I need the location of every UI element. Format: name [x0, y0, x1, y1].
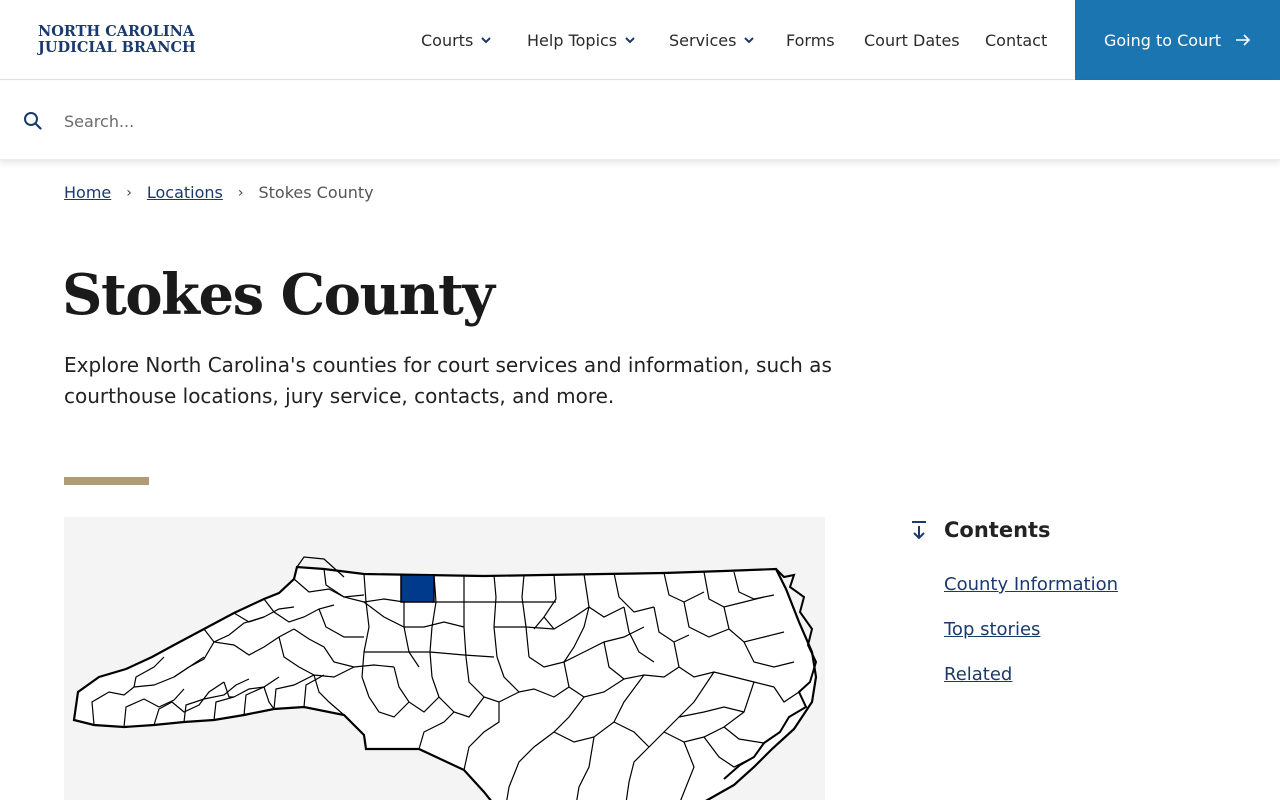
page-intro: Explore North Carolina's counties for co… [64, 353, 832, 408]
going-to-court-label: Going to Court [1103, 30, 1222, 50]
chevron-down-icon [624, 34, 636, 46]
breadcrumb-separator-icon: › [126, 184, 132, 201]
list-item: Related [944, 664, 1248, 709]
contents-link-county-information[interactable]: County Information [944, 574, 1118, 595]
nav-help-topics-label: Help Topics [527, 30, 618, 50]
contents-header: Contents [908, 516, 1248, 544]
nav-courts-label: Courts [421, 30, 474, 50]
arrow-right-icon [1235, 33, 1251, 47]
nav-forms-label: Forms [786, 30, 835, 50]
chevron-down-icon [480, 34, 492, 46]
contents-list: County Information Top stories Related [944, 574, 1248, 709]
nav-services[interactable]: Services [669, 0, 755, 80]
county-map-panel [64, 517, 825, 800]
logo-line-1: NORTH CAROLINA [38, 23, 195, 40]
nav-services-label: Services [669, 30, 737, 50]
nav-forms[interactable]: Forms [786, 0, 835, 80]
going-to-court-button[interactable]: Going to Court [1075, 0, 1280, 80]
nav-contact[interactable]: Contact [985, 0, 1047, 80]
site-logo[interactable]: NORTH CAROLINA JUDICIAL BRANCH [38, 24, 196, 56]
list-item: Top stories [944, 619, 1248, 664]
list-item: County Information [944, 574, 1248, 619]
jump-down-icon [908, 519, 930, 541]
nav-court-dates-label: Court Dates [864, 30, 960, 50]
breadcrumb: Home › Locations › Stokes County [64, 183, 374, 202]
contents-link-top-stories[interactable]: Top stories [944, 619, 1040, 640]
breadcrumb-current: Stokes County [258, 183, 374, 202]
nav-contact-label: Contact [985, 30, 1048, 50]
logo-line-2: JUDICIAL BRANCH [38, 39, 196, 56]
contents-panel: Contents County Information Top stories … [908, 516, 1248, 709]
breadcrumb-locations[interactable]: Locations [147, 183, 223, 202]
contents-title: Contents [944, 518, 1051, 542]
nav-courts[interactable]: Courts [421, 0, 492, 80]
north-carolina-county-map[interactable] [64, 517, 825, 800]
nav-help-topics[interactable]: Help Topics [527, 0, 636, 80]
accent-divider [64, 477, 149, 485]
site-header: NORTH CAROLINA JUDICIAL BRANCH Courts He… [0, 0, 1280, 80]
search-bar [0, 81, 1280, 160]
chevron-down-icon [743, 34, 755, 46]
search-input[interactable] [64, 105, 964, 137]
contents-link-related[interactable]: Related [944, 664, 1012, 685]
breadcrumb-home[interactable]: Home [64, 183, 111, 202]
search-icon[interactable] [23, 111, 43, 131]
page-title: Stokes County [62, 262, 495, 328]
stokes-county-highlight [400, 574, 435, 603]
breadcrumb-separator-icon: › [237, 184, 244, 201]
nav-court-dates[interactable]: Court Dates [864, 0, 960, 80]
